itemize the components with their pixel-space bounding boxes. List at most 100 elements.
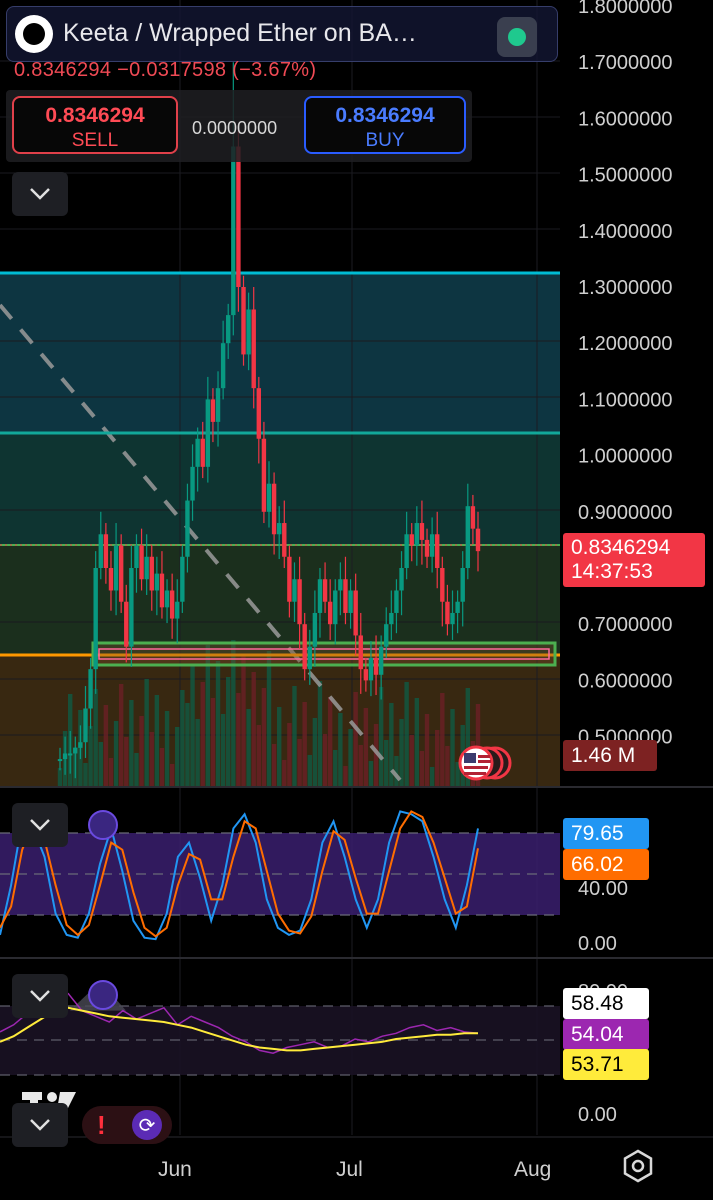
volume-bar: [256, 725, 262, 786]
last-price-tag: 0.8346294 14:37:53: [563, 533, 705, 587]
stoch-k-tag: 79.65: [563, 818, 649, 849]
volume-bar: [358, 745, 363, 786]
candle-body: [134, 545, 139, 568]
price-axis-label: 1.0000000: [578, 446, 673, 468]
stoch-pane-collapse-button[interactable]: [12, 803, 68, 847]
candle-body: [246, 309, 251, 355]
buy-button[interactable]: 0.8346294 BUY: [304, 96, 466, 154]
volume-bar: [236, 693, 241, 786]
candle-body: [404, 534, 409, 568]
volume-bar: [435, 730, 440, 786]
candle-body: [440, 568, 445, 602]
volume-bar: [149, 732, 154, 786]
candle-body: [231, 146, 236, 316]
volume-bar: [195, 719, 200, 786]
symbol-header[interactable]: Keeta / Wrapped Ether on BA…: [6, 6, 558, 62]
candle-body: [185, 500, 190, 557]
price-axis[interactable]: 1.8000000 1.7000000 1.6000000 1.5000000 1.40…: [578, 0, 673, 749]
candle-body: [373, 657, 379, 675]
volume-bar: [414, 698, 420, 786]
support-zone-box[interactable]: [91, 641, 557, 667]
volume-bar: [440, 693, 445, 786]
trade-panel: 0.8346294 SELL 0.0000000 0.8346294 BUY: [6, 90, 472, 162]
chevron-down-icon: [30, 990, 50, 1002]
candle-body: [297, 579, 302, 625]
candle-body: [368, 657, 374, 681]
volume-bar: [210, 698, 216, 786]
buy-label: BUY: [365, 130, 405, 151]
volume-bar: [348, 729, 353, 786]
candle-body: [317, 579, 323, 613]
candle-body: [139, 545, 144, 580]
price-axis-label: 0.9000000: [578, 502, 673, 524]
volume-bar: [307, 755, 312, 786]
rsi-pane-collapse-button[interactable]: [12, 974, 68, 1018]
volume-bar: [404, 682, 409, 786]
volume-bar: [220, 714, 226, 786]
candle-body: [312, 612, 318, 647]
candle-body: [205, 399, 211, 467]
candle-body: [73, 747, 78, 754]
candle-body: [241, 287, 246, 355]
live-status-icon[interactable]: [497, 17, 537, 57]
candle-body: [445, 601, 450, 625]
price-axis-label: 1.2000000: [578, 333, 673, 355]
volume-bar: [144, 679, 149, 786]
candle-body: [195, 438, 200, 467]
price-axis-label: 1.7000000: [578, 52, 673, 74]
candle-body: [256, 388, 262, 439]
price-axis-label: 1.8000000: [578, 0, 673, 18]
candle-body: [93, 568, 98, 670]
price-axis-label: 1.3000000: [578, 277, 673, 299]
us-flag-event-icon[interactable]: [456, 744, 514, 782]
volume-bar: [353, 692, 358, 786]
settings-hexagon-icon[interactable]: [620, 1148, 656, 1184]
stoch-d-tag: 66.02: [563, 849, 649, 880]
volume-bar: [292, 686, 297, 786]
sell-button[interactable]: 0.8346294 SELL: [12, 96, 178, 154]
candle-body: [363, 669, 369, 681]
volume-bar: [287, 723, 292, 786]
candle-body: [169, 590, 175, 619]
volume-bar: [215, 661, 221, 786]
candle-body: [384, 624, 389, 647]
main-pane-collapse-button[interactable]: [12, 172, 68, 216]
candle-body: [175, 601, 180, 619]
candle-body: [149, 556, 154, 591]
volume-bar: [93, 689, 98, 786]
volume-bar: [118, 684, 124, 786]
symbol-title[interactable]: Keeta / Wrapped Ether on BA…: [63, 19, 417, 48]
alert-icon[interactable]: !: [97, 1110, 106, 1141]
volume-bar: [261, 688, 267, 786]
candle-body: [450, 612, 455, 625]
volume-bar: [246, 709, 251, 786]
candle-body: [460, 568, 465, 602]
price-axis-label: 1.5000000: [578, 165, 673, 187]
sell-label: SELL: [71, 130, 119, 151]
volume-bar: [154, 695, 160, 786]
candle-body: [129, 568, 134, 647]
bottom-pane-collapse-button[interactable]: [12, 1103, 68, 1147]
sell-price: 0.8346294: [45, 104, 145, 127]
stoch-marker-icon[interactable]: [88, 810, 118, 840]
volume-bar: [98, 742, 103, 786]
candle-body: [154, 573, 160, 591]
fib-zone-green: [0, 545, 560, 655]
rsi-marker-icon[interactable]: [88, 980, 118, 1010]
candle-body: [118, 545, 124, 602]
candle-body: [159, 573, 165, 608]
candle-body: [164, 590, 170, 608]
volume-bar: [338, 713, 343, 786]
alert-pill[interactable]: ! ⟳: [82, 1106, 172, 1144]
stoch-axis-label-40: 40.00: [578, 878, 628, 900]
sync-icon[interactable]: ⟳: [132, 1110, 162, 1140]
candle-body: [475, 528, 481, 552]
candle-body: [389, 612, 394, 625]
volume-bar: [424, 714, 430, 786]
candle-body: [394, 590, 399, 613]
candle-body: [302, 624, 307, 670]
volume-bar: [83, 763, 88, 786]
volume-tag: 1.46 M: [563, 740, 657, 771]
bar-countdown: 14:37:53: [571, 560, 653, 583]
rsi-axis-label-0: 0.00: [578, 1104, 617, 1126]
